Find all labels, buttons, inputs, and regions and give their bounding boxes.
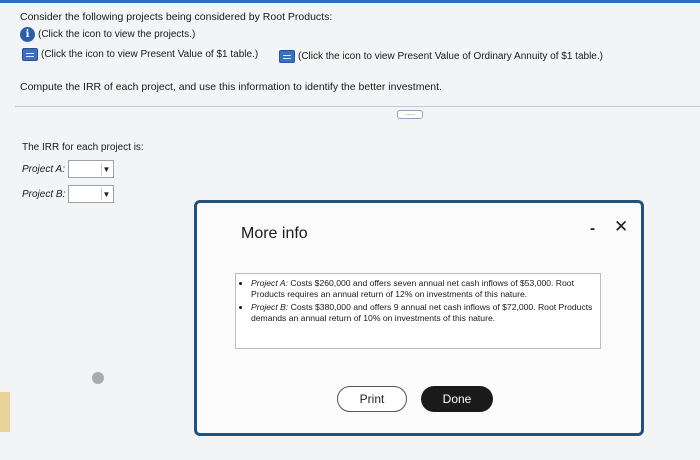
view-projects-text[interactable]: (Click the icon to view the projects.) (38, 29, 195, 40)
chevron-down-icon[interactable]: ▼ (101, 163, 111, 175)
answer-prompt: The IRR for each project is: (22, 142, 144, 153)
project-a-select[interactable]: ▼ (68, 160, 114, 178)
project-b-row: Project B: ▼ (22, 185, 114, 203)
project-a-row: Project A: ▼ (22, 160, 114, 178)
project-details-box: Project A: Costs $260,000 and offers sev… (235, 273, 601, 349)
project-a-description: Costs $260,000 and offers seven annual n… (251, 278, 574, 299)
list-item: Project A: Costs $260,000 and offers sev… (251, 278, 594, 300)
project-b-description: Costs $380,000 and offers 9 annual net c… (251, 302, 593, 323)
project-a-label: Project A: (22, 163, 65, 175)
project-b-name: Project B: (251, 302, 289, 312)
status-dot (92, 372, 104, 384)
project-b-label: Project B: (22, 188, 66, 200)
question-instruction: Compute the IRR of each project, and use… (20, 81, 442, 93)
pv-annuity-table-link[interactable]: (Click the icon to view Present Value of… (279, 50, 603, 63)
left-edge-strip (0, 392, 10, 432)
project-b-select[interactable]: ▼ (68, 185, 114, 203)
project-details-list: Project A: Costs $260,000 and offers sev… (236, 274, 600, 324)
table-icon[interactable] (22, 48, 38, 61)
info-icon[interactable]: i (20, 27, 35, 42)
pv-table-text[interactable]: (Click the icon to view Present Value of… (41, 49, 258, 60)
expand-toggle-button[interactable]: ..... (397, 110, 423, 119)
close-icon[interactable]: ✕ (614, 217, 628, 237)
question-title: Consider the following projects being co… (20, 11, 333, 23)
pv-table-link[interactable]: (Click the icon to view Present Value of… (22, 48, 258, 61)
more-info-modal: More info - ✕ Project A: Costs $260,000 … (194, 200, 644, 436)
list-item: Project B: Costs $380,000 and offers 9 a… (251, 302, 594, 324)
minimize-icon[interactable]: - (590, 220, 595, 237)
top-accent-bar (0, 0, 700, 3)
table-icon[interactable] (279, 50, 295, 63)
project-a-name: Project A: (251, 278, 288, 288)
modal-title: More info (241, 225, 308, 242)
view-projects-link[interactable]: i (Click the icon to view the projects.) (20, 27, 195, 42)
section-divider (15, 106, 700, 107)
print-button[interactable]: Print (337, 386, 407, 412)
chevron-down-icon[interactable]: ▼ (101, 188, 111, 200)
done-button[interactable]: Done (421, 386, 493, 412)
pv-annuity-table-text[interactable]: (Click the icon to view Present Value of… (298, 51, 603, 62)
